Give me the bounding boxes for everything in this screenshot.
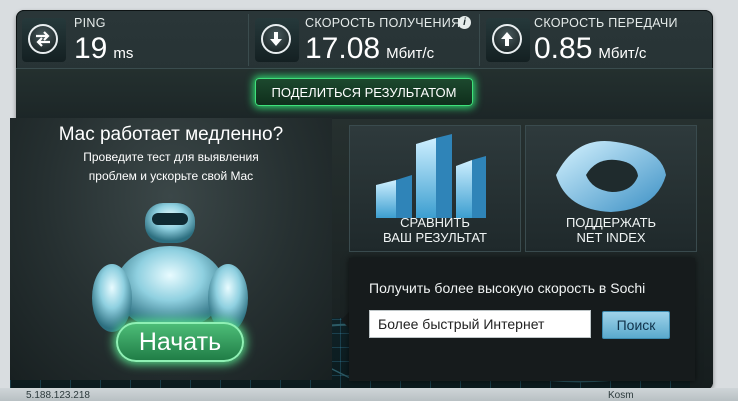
tile-label-line: СРАВНИТЬ — [400, 215, 470, 230]
info-icon[interactable]: i — [458, 16, 471, 29]
upload-icon-box — [486, 18, 530, 62]
faster-internet-popup: Получить более высокую скорость в Sochi … — [349, 258, 695, 381]
ping-arrows-icon — [28, 24, 58, 54]
download-label: СКОРОСТЬ ПОЛУЧЕНИЯ — [305, 16, 461, 30]
net-index-icon — [556, 140, 666, 212]
compare-results-tile[interactable]: СРАВНИТЬ ВАШ РЕЗУЛЬТАТ — [349, 125, 521, 252]
start-button[interactable]: Начать — [116, 322, 244, 362]
upload-unit: Мбит/с — [598, 45, 647, 62]
upload-value: 0.85 Мбит/с — [534, 32, 646, 66]
ping-label: PING — [74, 16, 106, 30]
upload-arrow-icon — [492, 24, 522, 54]
ad-subtitle-line: Проведите тест для выявления — [83, 150, 259, 164]
ping-stat: PING 19 ms — [16, 10, 248, 68]
popup-text: Получить более высокую скорость в Sochi — [369, 280, 646, 296]
upload-number: 0.85 — [534, 32, 593, 65]
support-tile-label: ПОДДЕРЖАТЬ NET INDEX — [526, 215, 696, 245]
support-net-index-tile[interactable]: ПОДДЕРЖАТЬ NET INDEX — [525, 125, 697, 252]
corner-text: Kosm — [608, 390, 634, 401]
ip-address: 5.188.123.218 — [26, 390, 90, 401]
search-button[interactable]: Поиск — [602, 311, 670, 339]
search-input[interactable] — [369, 310, 591, 338]
download-unit: Мбит/с — [386, 45, 435, 62]
download-arrow-icon — [261, 24, 291, 54]
ping-value: 19 ms — [74, 32, 133, 66]
download-number: 17.08 — [305, 32, 381, 65]
ping-icon-box — [22, 18, 66, 62]
ad-title: Mac работает медленно? — [58, 124, 284, 145]
ping-unit: ms — [113, 45, 134, 62]
tile-label-line: NET INDEX — [576, 230, 646, 245]
upload-label: СКОРОСТЬ ПЕРЕДАЧИ — [534, 16, 678, 30]
download-icon-box — [255, 18, 299, 62]
upload-stat: СКОРОСТЬ ПЕРЕДАЧИ 0.85 Мбит/с — [480, 10, 713, 68]
download-stat: СКОРОСТЬ ПОЛУЧЕНИЯ 17.08 Мбит/с — [249, 10, 479, 68]
tile-label-line: ВАШ РЕЗУЛЬТАТ — [383, 230, 487, 245]
download-value: 17.08 Мбит/с — [305, 32, 434, 66]
tile-label-line: ПОДДЕРЖАТЬ — [565, 215, 657, 230]
bar-chart-icon — [376, 134, 486, 218]
ping-number: 19 — [74, 32, 108, 65]
share-results-button[interactable]: ПОДЕЛИТЬСЯ РЕЗУЛЬТАТОМ — [255, 78, 473, 106]
ad-subtitle: Проведите тест для выявления проблем и у… — [10, 148, 332, 186]
compare-tile-label: СРАВНИТЬ ВАШ РЕЗУЛЬТАТ — [350, 215, 520, 245]
